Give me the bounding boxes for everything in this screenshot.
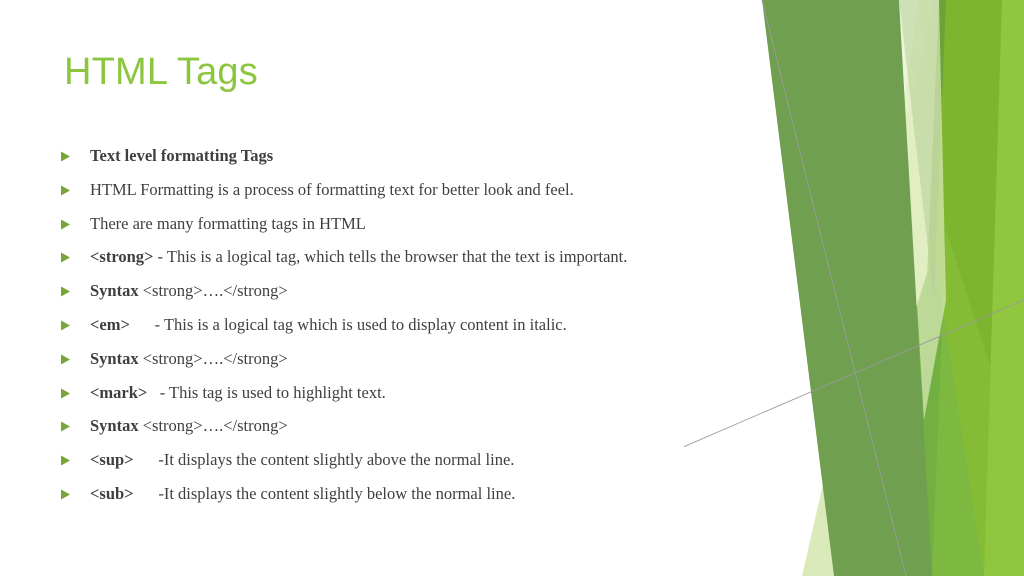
facet-shape-bright: [914, 0, 1024, 576]
list-item: <mark> - This tag is used to highlight t…: [60, 383, 760, 417]
triangle-right-icon: [60, 416, 90, 432]
list-item: <em> - This is a logical tag which is us…: [60, 315, 760, 349]
list-item: There are many formatting tags in HTML: [60, 214, 760, 248]
triangle-right-icon: [60, 383, 90, 399]
list-item-rest: There are many formatting tags in HTML: [90, 213, 366, 233]
triangle-right-icon: [60, 281, 90, 297]
list-item-lead: <strong>: [90, 247, 154, 267]
list-item-text: <em> - This is a logical tag which is us…: [90, 315, 760, 336]
facet-shape-light: [984, 0, 1024, 576]
list-item-rest: <strong>….</strong>: [138, 416, 288, 436]
list-item-rest: <strong>….</strong>: [138, 348, 288, 368]
list-item-lead: <sup>: [90, 450, 134, 470]
list-item-text: <sub> -It displays the content slightly …: [90, 484, 760, 505]
list-item: Syntax <strong>….</strong>: [60, 349, 760, 383]
facet-hairline-vertical: [761, 0, 907, 576]
list-item: Text level formatting Tags: [60, 146, 760, 180]
slide-title: HTML Tags: [64, 51, 258, 93]
list-item-rest: <strong>….</strong>: [138, 281, 288, 301]
list-item-lead: <mark>: [90, 382, 148, 402]
list-item-rest: - This tag is used to highlight text.: [147, 382, 386, 402]
list-item-lead: Syntax: [90, 416, 139, 436]
list-item: <sup> -It displays the content slightly …: [60, 450, 760, 484]
triangle-right-icon: [60, 349, 90, 365]
triangle-right-icon: [60, 450, 90, 466]
facet-shape-dark: [762, 0, 932, 576]
list-item-lead: Text level formatting Tags: [90, 146, 274, 165]
bullet-list: Text level formatting Tags HTML Formatti…: [60, 146, 760, 518]
triangle-right-icon: [60, 484, 90, 500]
list-item-lead: Syntax: [90, 348, 139, 368]
list-item-lead: <em>: [90, 314, 130, 334]
list-item-text: <sup> -It displays the content slightly …: [90, 450, 760, 471]
list-item: HTML Formatting is a process of formatti…: [60, 180, 760, 214]
list-item-lead: Syntax: [90, 281, 139, 301]
facet-shape-light-overlay: [932, 230, 1024, 576]
facet-shape-pale-back: [834, 0, 1024, 576]
facet-shape-pale-overlay: [899, 0, 946, 420]
triangle-right-icon: [60, 247, 90, 263]
list-item-text: <mark> - This tag is used to highlight t…: [90, 383, 760, 404]
facet-shape-pale: [802, 0, 1024, 576]
slide-canvas: HTML Tags Text level formatting Tags HTM…: [0, 0, 1024, 576]
list-item-text: Syntax <strong>….</strong>: [90, 416, 760, 437]
list-item-rest: -It displays the content slightly below …: [133, 483, 516, 503]
triangle-right-icon: [60, 146, 90, 162]
list-item-lead: <sub>: [90, 483, 134, 503]
list-item-text: Syntax <strong>….</strong>: [90, 281, 760, 302]
list-item-text: Syntax <strong>….</strong>: [90, 349, 760, 370]
list-item-text: There are many formatting tags in HTML: [90, 214, 760, 235]
list-item-rest: - This is a logical tag which is used to…: [129, 314, 567, 334]
facet-shape-dark-overlap: [899, 0, 946, 300]
triangle-right-icon: [60, 315, 90, 331]
list-item-text: HTML Formatting is a process of formatti…: [90, 180, 760, 201]
triangle-right-icon: [60, 214, 90, 230]
triangle-right-icon: [60, 180, 90, 196]
list-item: Syntax <strong>….</strong>: [60, 281, 760, 315]
list-item-text: <strong> - This is a logical tag, which …: [90, 247, 760, 268]
list-item: <sub> -It displays the content slightly …: [60, 484, 760, 518]
list-item-rest: - This is a logical tag, which tells the…: [153, 247, 628, 267]
facet-shape-mid: [834, 250, 984, 576]
list-item-rest: -It displays the content slightly above …: [133, 450, 515, 470]
list-item-rest: HTML Formatting is a process of formatti…: [90, 179, 574, 199]
list-item-text: Text level formatting Tags: [90, 146, 760, 167]
list-item: <strong> - This is a logical tag, which …: [60, 247, 760, 281]
list-item: Syntax <strong>….</strong>: [60, 416, 760, 450]
